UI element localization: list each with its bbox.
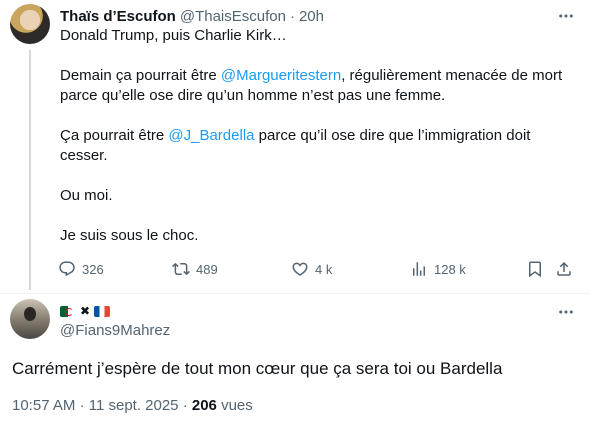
reply-display-name[interactable]: ✖ 🇩🇿 ✖ 🇫🇷 [60,302,111,320]
tweet-divider [0,293,590,294]
reply-views-count: 206 [191,397,217,414]
reply-meta: 10:57 AM · 11 sept. 2025 · 206 vues [12,397,253,414]
heart-icon [292,262,308,276]
repost-button[interactable]: 489 [172,258,218,280]
tweet-line-3-pre: Ça pourrait être [60,127,169,144]
mention-margueritestern[interactable]: @Margueritestern [221,67,341,84]
reply-date[interactable]: 11 sept. 2025 [89,397,179,414]
mention-j-bardella[interactable]: @J_Bardella [168,127,254,144]
reply-time[interactable]: 10:57 AM [12,397,75,414]
x-mark-icon: ✖ [80,304,91,318]
tweet-actions: 326 489 4 k 128 k [58,258,580,280]
author-avatar[interactable] [10,4,50,44]
views-button[interactable]: 128 k [410,258,466,280]
tweet-more-button[interactable] [556,6,576,26]
tweet-line-2: Demain ça pourrait être @Margueritestern… [60,66,580,106]
repost-icon [172,262,190,276]
tweet-line-2-pre: Demain ça pourrait être [60,67,221,84]
views-chart-icon [413,262,425,276]
reply-more-button[interactable] [556,302,576,322]
reply-text: Carrément j’espère de tout mon cœur que … [12,359,503,378]
more-horizontal-icon [559,14,573,18]
tweet-line-5: Je suis sous le choc. [60,227,199,244]
france-flag-icon [94,305,111,317]
reply-icon [59,261,75,277]
tweet-line-3: Ça pourrait être @J_Bardella parce qu’il… [60,126,580,166]
reply-count: 326 [82,261,104,277]
author-name[interactable]: Thaïs d’Escufon [60,8,176,25]
reply-button[interactable]: 326 [58,258,104,280]
tweet-line-4: Ou moi. [60,187,113,204]
share-icon [557,261,571,276]
like-count: 4 k [315,261,333,277]
like-button[interactable]: 4 k [291,258,332,280]
reply-author-handle[interactable]: @Fians9Mahrez [60,322,170,339]
thread-line [29,50,31,290]
tweet-line-1: Donald Trump, puis Charlie Kirk… [60,27,287,44]
tweet-time[interactable]: 20h [299,8,324,25]
reply-views-label: vues [216,397,253,414]
tweet-header: Thaïs d’Escufon @ThaisEscufon · 20h [60,6,324,26]
bookmark-icon [529,261,541,278]
repost-count: 489 [196,261,218,277]
author-handle[interactable]: @ThaisEscufon [180,8,286,25]
meta-separator: · [79,397,85,414]
reply-author-avatar[interactable] [10,299,50,339]
tweet-body: Donald Trump, puis Charlie Kirk… Demain … [60,26,580,246]
meta-separator-2: · [182,397,188,414]
algeria-flag-icon [60,305,76,317]
header-separator: · [289,7,295,25]
share-button[interactable] [555,258,573,280]
bookmark-button[interactable] [526,258,544,280]
views-count: 128 k [434,261,466,277]
more-horizontal-icon [559,310,573,314]
